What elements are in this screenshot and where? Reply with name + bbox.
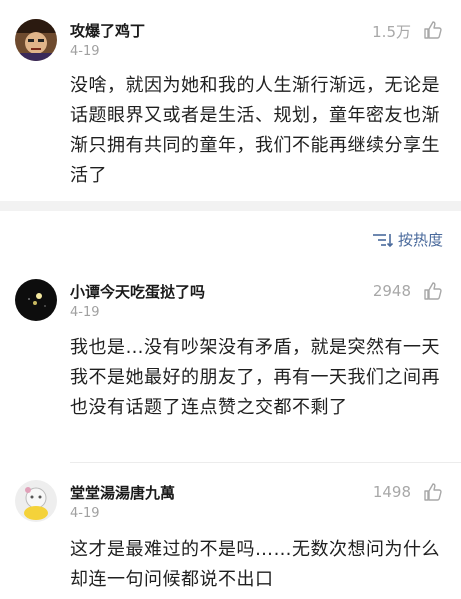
username[interactable]: 攻爆了鸡丁 — [70, 20, 145, 41]
like-count[interactable]: 1.5万 — [372, 21, 411, 42]
thumbs-up-icon[interactable] — [423, 281, 443, 301]
like-count[interactable]: 1498 — [373, 483, 411, 501]
sort-button[interactable]: 按热度 — [372, 229, 443, 250]
comment-text: 我也是…没有吵架没有矛盾，就是突然有一天我不是她最好的朋友了，再有一天我们之间再… — [70, 337, 440, 418]
sort-label: 按热度 — [397, 231, 443, 249]
avatar[interactable] — [15, 480, 57, 522]
thumbs-up-icon[interactable] — [423, 20, 443, 40]
comment-date: 4-19 — [70, 506, 100, 521]
section-divider — [0, 201, 461, 211]
comment-text: 这才是最难过的不是吗……无数次想问为什么却连一句问候都说不出口 — [70, 539, 440, 590]
thumbs-up-icon[interactable] — [423, 482, 443, 502]
comment-text: 没啥，就因为她和我的人生渐行渐远，无论是话题眼界又或者是生活、规划，童年密友也渐… — [70, 75, 440, 186]
avatar[interactable] — [15, 19, 57, 61]
username[interactable]: 小谭今天吃蛋挞了吗 — [70, 281, 205, 302]
comment-date: 4-19 — [70, 305, 100, 320]
username[interactable]: 堂堂湯湯唐九萬 — [70, 482, 175, 503]
comment-date: 4-19 — [70, 44, 100, 59]
comment-separator — [70, 462, 461, 463]
avatar[interactable] — [15, 279, 57, 321]
like-count[interactable]: 2948 — [373, 282, 411, 300]
sort-icon — [372, 233, 394, 247]
